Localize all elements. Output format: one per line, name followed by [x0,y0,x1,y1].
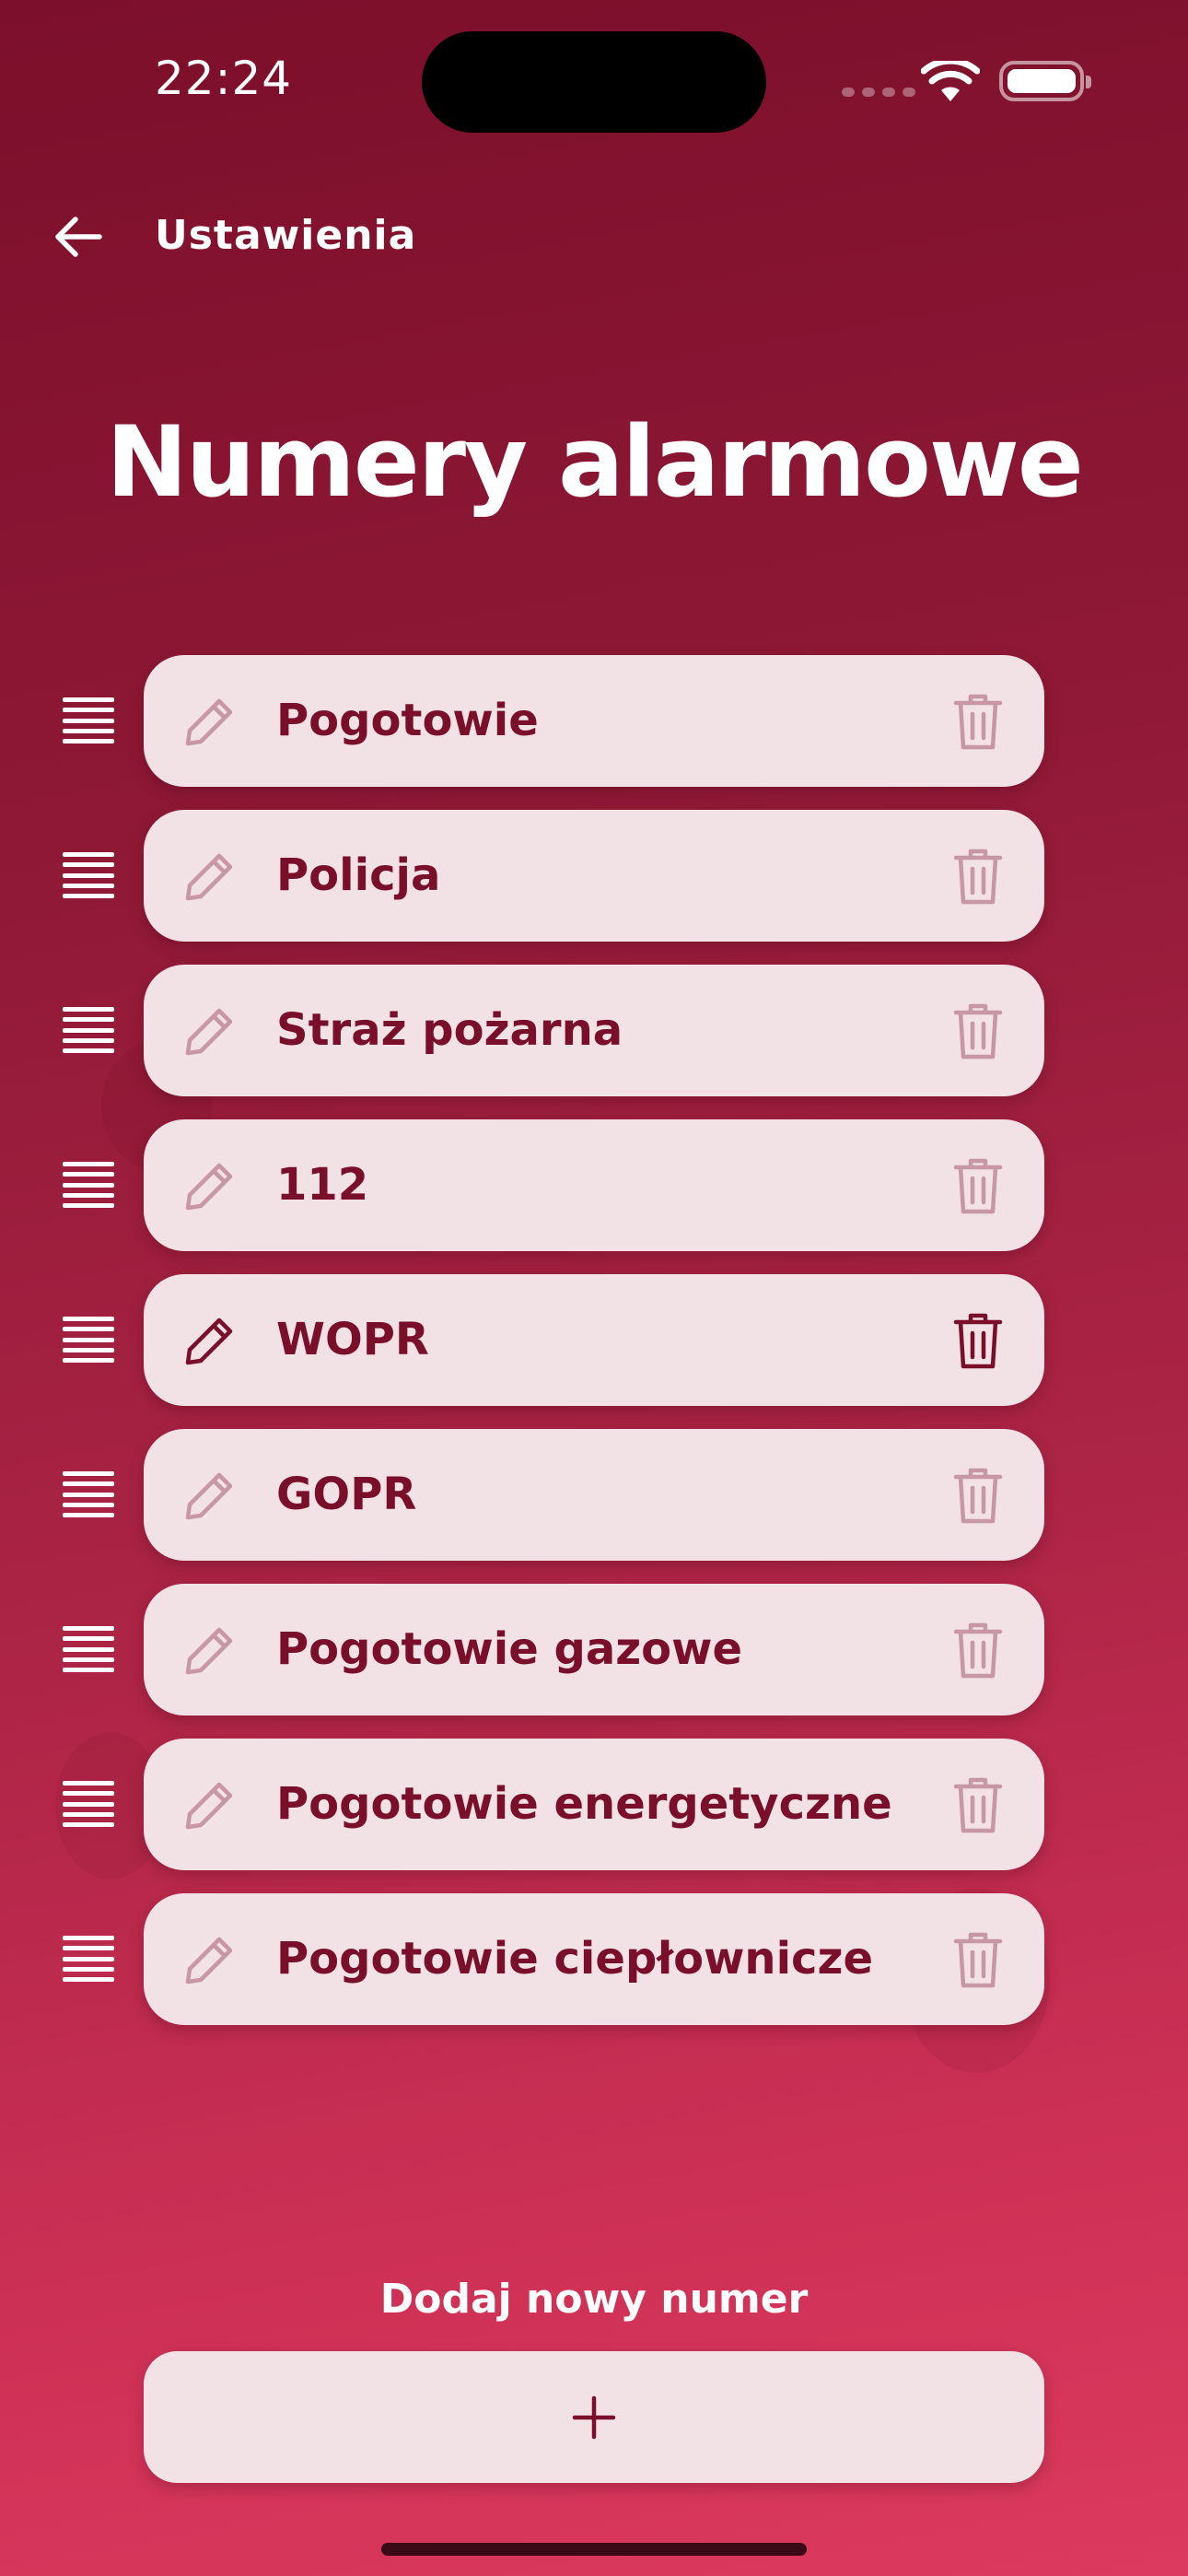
trash-icon[interactable] [952,1775,1004,1834]
drag-handle-icon[interactable] [63,1007,114,1053]
pencil-icon[interactable] [182,1003,238,1059]
list-item: Pogotowie [0,655,1188,787]
pencil-icon[interactable] [182,1932,238,1987]
trash-icon[interactable] [952,1621,1004,1680]
trash-icon[interactable] [952,1001,1004,1060]
pencil-icon[interactable] [182,1777,238,1832]
status-bar-time: 22:24 [155,52,293,105]
number-label: Pogotowie [276,695,539,746]
drag-handle-icon[interactable] [63,1162,114,1208]
header-title[interactable]: Ustawienia [155,212,416,259]
number-label: 112 [276,1159,369,1211]
number-card[interactable]: Policja [144,810,1044,942]
list-item: Pogotowie gazowe [0,1584,1188,1715]
number-label: GOPR [276,1469,417,1520]
pencil-icon[interactable] [182,1468,238,1523]
drag-handle-icon[interactable] [63,852,114,898]
add-number-label: Dodaj nowy numer [379,2276,809,2323]
number-label: Straż pożarna [276,1004,623,1056]
cellular-signal-icon [842,88,915,97]
trash-icon[interactable] [952,1311,1004,1370]
number-card[interactable]: Straż pożarna [144,965,1044,1096]
arrow-left-icon [55,217,102,257]
drag-handle-icon[interactable] [63,1936,114,1982]
number-card[interactable]: Pogotowie energetyczne [144,1739,1044,1870]
number-label: Pogotowie gazowe [276,1623,743,1675]
trash-icon[interactable] [952,692,1004,751]
list-item: Pogotowie ciepłownicze [0,1893,1188,2025]
trash-icon[interactable] [952,1156,1004,1215]
page-title: Numery alarmowe [106,405,1084,519]
add-number-button[interactable] [144,2351,1044,2483]
number-label: Policja [276,849,441,901]
drag-handle-icon[interactable] [63,1471,114,1517]
plus-icon [572,2395,616,2439]
pencil-icon[interactable] [182,1158,238,1213]
list-item: Pogotowie energetyczne [0,1739,1188,1870]
number-label: Pogotowie energetyczne [276,1778,892,1830]
drag-handle-icon[interactable] [63,1626,114,1672]
battery-icon [999,61,1091,101]
list-item: Policja [0,810,1188,942]
number-card[interactable]: Pogotowie gazowe [144,1584,1044,1715]
drag-handle-icon[interactable] [63,1317,114,1363]
drag-handle-icon[interactable] [63,1781,114,1827]
number-card[interactable]: WOPR [144,1274,1044,1406]
number-card[interactable]: Pogotowie ciepłownicze [144,1893,1044,2025]
number-card[interactable]: GOPR [144,1429,1044,1561]
number-card[interactable]: Pogotowie [144,655,1044,787]
pencil-icon[interactable] [182,849,238,904]
pencil-icon[interactable] [182,1313,238,1368]
home-indicator [381,2543,807,2556]
number-label: Pogotowie ciepłownicze [276,1933,873,1985]
number-card[interactable]: 112 [144,1119,1044,1251]
pencil-icon[interactable] [182,694,238,749]
list-item: WOPR [0,1274,1188,1406]
dynamic-island [422,31,766,133]
pencil-icon[interactable] [182,1622,238,1678]
trash-icon[interactable] [952,1466,1004,1525]
number-label: WOPR [276,1314,429,1365]
drag-handle-icon[interactable] [63,697,114,744]
list-item: Straż pożarna [0,965,1188,1096]
wifi-icon [921,61,980,101]
trash-icon[interactable] [952,847,1004,906]
back-button[interactable] [46,205,111,269]
list-item: 112 [0,1119,1188,1251]
trash-icon[interactable] [952,1930,1004,1989]
list-item: GOPR [0,1429,1188,1561]
